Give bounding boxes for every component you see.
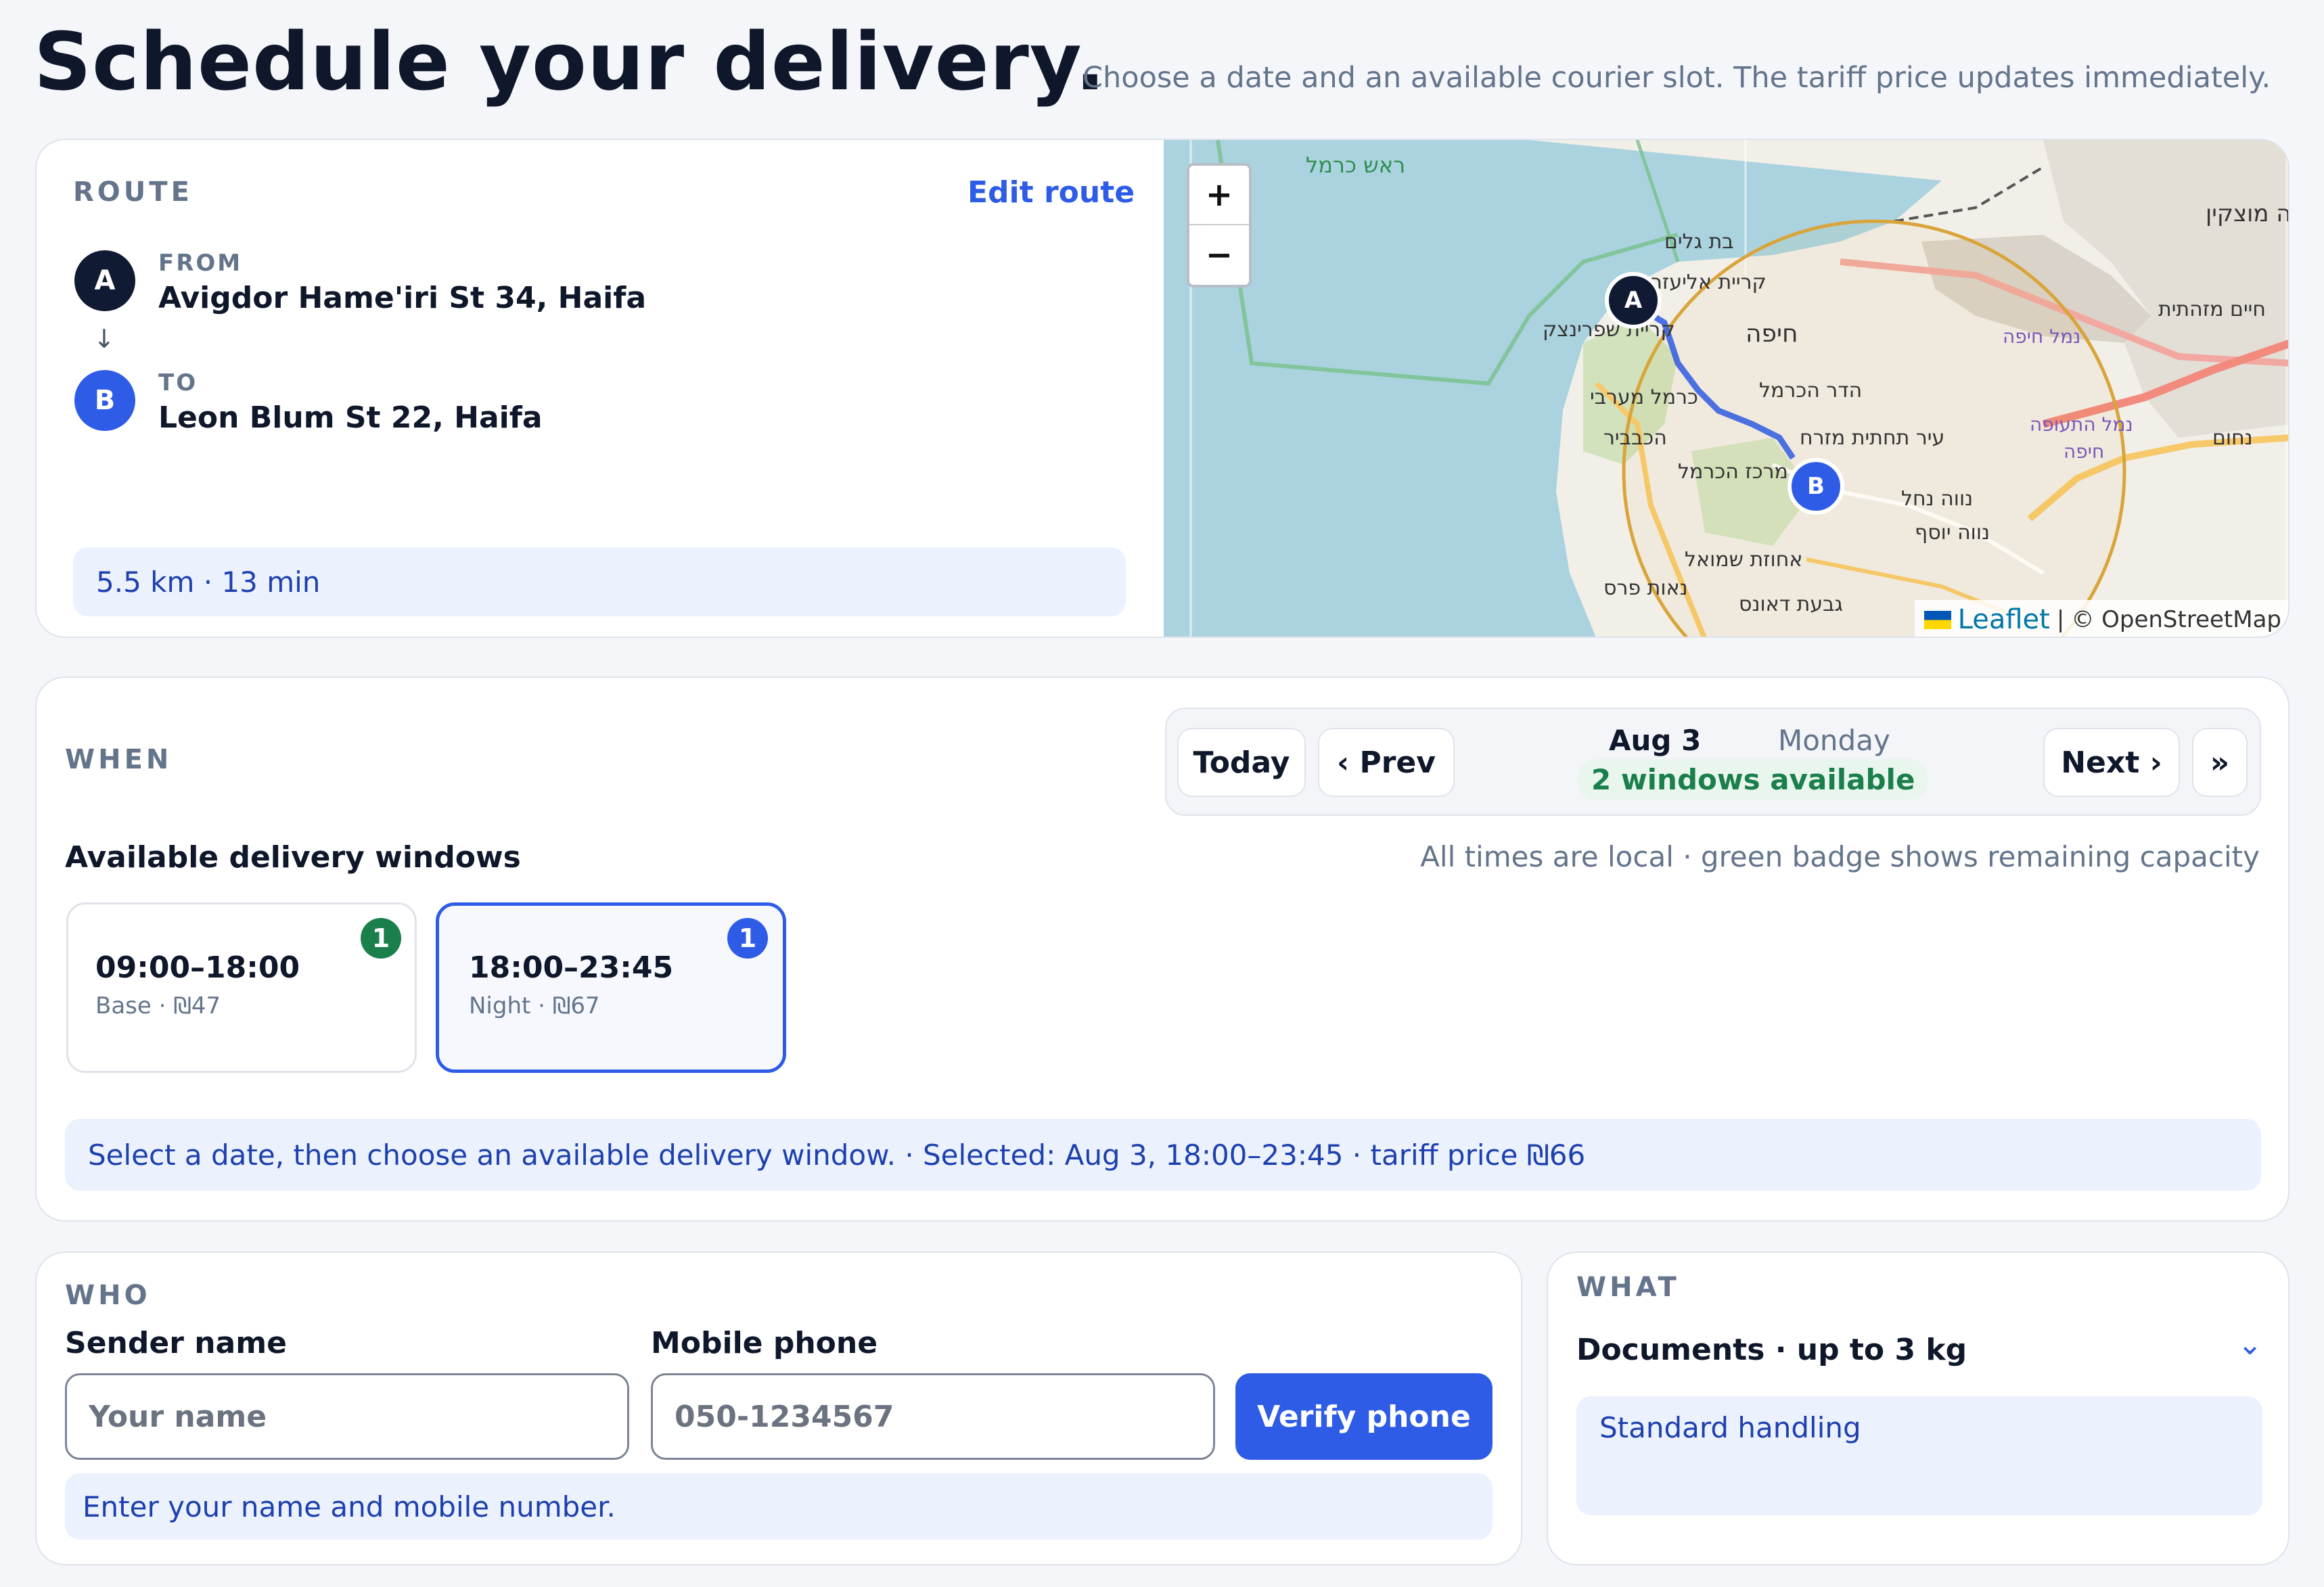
- window-tier-price: Night · ₪67: [469, 992, 600, 1019]
- svg-text:חיפה: חיפה: [2064, 440, 2104, 463]
- to-label: TO: [158, 369, 198, 396]
- svg-text:כרמל מערבי: כרמל מערבי: [1590, 386, 1698, 409]
- mobile-phone-label: Mobile phone: [651, 1326, 878, 1360]
- chevron-down-icon: ⌄: [2237, 1327, 2262, 1362]
- svg-text:בת גלים: בת גלים: [1664, 230, 1734, 254]
- handling-value: Standard handling: [1599, 1411, 1861, 1444]
- handling-field[interactable]: Standard handling: [1576, 1396, 2262, 1515]
- from-label: FROM: [158, 250, 243, 277]
- when-section-label: WHEN: [65, 744, 173, 775]
- window-time: 18:00–23:45: [469, 950, 674, 985]
- sender-name-label: Sender name: [65, 1326, 287, 1360]
- svg-text:קריית אליעזר: קריית אליעזר: [1651, 271, 1767, 294]
- who-hint-text: Enter your name and mobile number.: [83, 1490, 616, 1523]
- svg-text:גבעת דאונס: גבעת דאונס: [1739, 593, 1843, 616]
- selected-date: Aug 3: [1609, 724, 1702, 757]
- map-pin-a-label: A: [1624, 287, 1643, 314]
- map-zoom-control: + −: [1187, 163, 1252, 288]
- date-navigator: Today ‹ Prev Aug 3 Monday 2 windows avai…: [1165, 708, 2261, 816]
- svg-text:נווה יוסף: נווה יוסף: [1915, 521, 1990, 545]
- svg-text:נווה נחל: נווה נחל: [1901, 487, 1973, 511]
- svg-text:חיים מזהתית: חיים מזהתית: [2158, 298, 2266, 321]
- availability-badge: 2 windows available: [1578, 759, 1929, 800]
- route-summary-text: 5.5 km · 13 min: [96, 565, 321, 599]
- selection-status: Select a date, then choose an available …: [65, 1119, 2261, 1191]
- window-time: 09:00–18:00: [95, 950, 300, 985]
- svg-text:נחום: נחום: [2212, 426, 2253, 450]
- selection-status-text: Select a date, then choose an available …: [88, 1138, 1586, 1172]
- next-day-button[interactable]: Next ›: [2043, 728, 2180, 797]
- svg-text:עיר תחתית מזרח: עיר תחתית מזרח: [1800, 426, 1944, 450]
- map-attribution: Leaflet | © OpenStreetMap: [1914, 600, 2288, 637]
- prev-day-button[interactable]: ‹ Prev: [1318, 728, 1455, 797]
- zoom-in-button[interactable]: +: [1189, 166, 1249, 225]
- svg-text:הכבביר: הכבביר: [1603, 426, 1667, 450]
- page-title: Schedule your delivery.: [34, 15, 1106, 108]
- map-pin-a-icon: A: [1605, 272, 1662, 329]
- svg-text:מרכז הכרמל: מרכז הכרמל: [1678, 460, 1788, 484]
- svg-text:קריית שפרינצק: קריית שפרינצק: [1543, 318, 1675, 342]
- route-summary: 5.5 km · 13 min: [73, 547, 1126, 616]
- delivery-window-option[interactable]: 09:00–18:00 Base · ₪47 1: [66, 902, 417, 1073]
- sender-name-input[interactable]: [65, 1373, 629, 1460]
- capacity-badge: 1: [727, 918, 768, 959]
- to-address: Leon Blum St 22, Haifa: [158, 400, 543, 435]
- svg-text:חיפה: חיפה: [1746, 320, 1798, 348]
- svg-text:הדר הכרמל: הדר הכרמל: [1759, 379, 1862, 402]
- today-button[interactable]: Today: [1177, 728, 1306, 797]
- origin-pin-icon: A: [74, 250, 135, 311]
- edit-route-link[interactable]: Edit route: [967, 175, 1135, 210]
- delivery-window-option-selected[interactable]: 18:00–23:45 Night · ₪67 1: [436, 902, 786, 1073]
- map-label-rosh-carmel: ראש כרמל: [1306, 152, 1405, 178]
- what-section-label: WHAT: [1576, 1272, 1680, 1303]
- zoom-out-button[interactable]: −: [1189, 225, 1249, 285]
- svg-text:אחוזת שמואל: אחוזת שמואל: [1685, 548, 1802, 572]
- selected-weekday: Monday: [1778, 724, 1890, 757]
- windows-heading: Available delivery windows: [65, 840, 521, 875]
- map-tiles: ראש כרמל בת גלים קריית אליעזר קריית שפרי…: [1164, 140, 2289, 637]
- page-subtitle: Choose a date and an available courier s…: [1083, 61, 2271, 95]
- what-card: WHAT Documents · up to 3 kg ⌄ Standard h…: [1547, 1251, 2289, 1565]
- route-section-label: ROUTE: [73, 177, 193, 208]
- who-card: WHO Sender name Mobile phone Verify phon…: [35, 1251, 1522, 1565]
- from-address: Avigdor Hame'iri St 34, Haifa: [158, 281, 647, 315]
- package-type-value: Documents · up to 3 kg: [1576, 1333, 1967, 1367]
- route-arrow-icon: ↓: [93, 324, 115, 354]
- capacity-badge: 1: [361, 918, 401, 959]
- osm-attribution-link[interactable]: © OpenStreetMap: [2071, 606, 2281, 633]
- package-type-select[interactable]: Documents · up to 3 kg ⌄: [1576, 1320, 2262, 1381]
- who-section-label: WHO: [65, 1280, 151, 1311]
- ukraine-flag-icon: [1923, 610, 1951, 629]
- route-card: ROUTE Edit route A FROM Avigdor Hame'iri…: [35, 139, 2289, 638]
- attribution-separator: |: [2056, 606, 2065, 633]
- svg-text:נוה מוצקין: נוה מוצקין: [2206, 200, 2289, 227]
- destination-pin-icon: B: [74, 370, 135, 431]
- verify-phone-button[interactable]: Verify phone: [1235, 1373, 1493, 1460]
- svg-text:נמל חיפה: נמל חיפה: [2003, 325, 2080, 348]
- leaflet-link[interactable]: Leaflet: [1958, 604, 2050, 635]
- svg-text:נאות פרס: נאות פרס: [1603, 576, 1688, 600]
- when-card: WHEN Today ‹ Prev Aug 3 Monday 2 windows…: [35, 676, 2289, 1222]
- route-map[interactable]: ראש כרמל בת גלים קריית אליעזר קריית שפרי…: [1164, 140, 2289, 637]
- windows-note: All times are local · green badge shows …: [1420, 840, 2260, 873]
- map-pin-b-label: B: [1807, 473, 1825, 500]
- map-pin-b-icon: B: [1787, 458, 1844, 515]
- jump-forward-button[interactable]: »: [2192, 728, 2248, 797]
- who-hint: Enter your name and mobile number.: [65, 1473, 1493, 1540]
- svg-text:נמל התעופה: נמל התעופה: [2030, 413, 2133, 436]
- mobile-phone-input[interactable]: [651, 1373, 1215, 1460]
- window-tier-price: Base · ₪47: [95, 992, 221, 1019]
